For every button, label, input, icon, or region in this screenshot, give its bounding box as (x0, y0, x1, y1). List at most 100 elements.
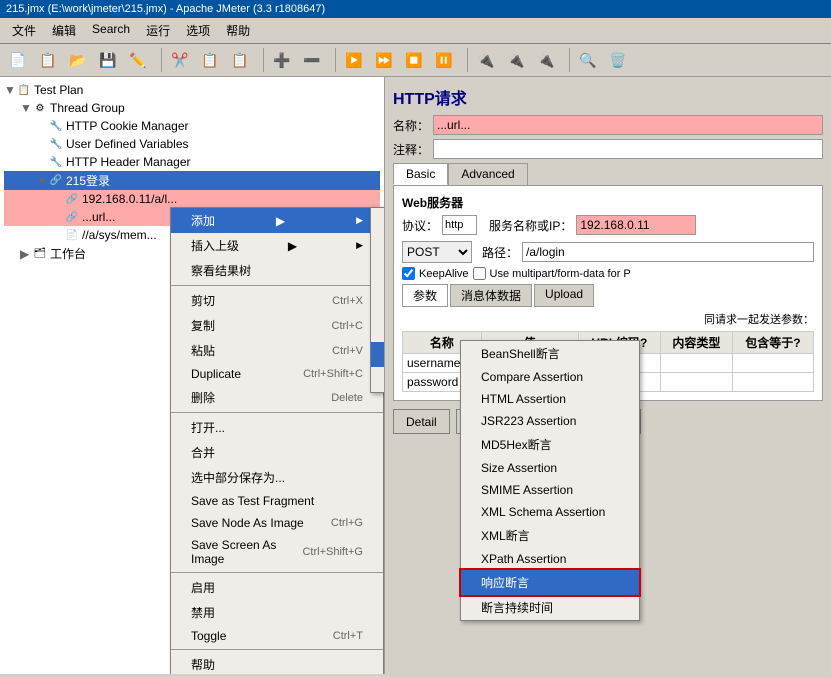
assert-smime[interactable]: SMIME Assertion (461, 479, 639, 501)
toolbar-remote-start[interactable]: 🔌 (472, 47, 500, 73)
protocol-label: 协议： (402, 217, 438, 234)
params-tab-upload[interactable]: Upload (534, 284, 594, 307)
tree-item-testplan[interactable]: ▼ 📋 Test Plan (4, 81, 380, 99)
assert-smime-label: SMIME Assertion (481, 483, 573, 497)
toolbar-start-no-pause[interactable]: ⏩ (370, 47, 398, 73)
menu-search[interactable]: Search (84, 20, 138, 41)
method-select[interactable]: POST GET PUT DELETE (402, 241, 472, 263)
menu-file[interactable]: 文件 (4, 20, 44, 41)
assert-xmlschema[interactable]: XML Schema Assertion (461, 501, 639, 523)
assert-html[interactable]: HTML Assertion (461, 388, 639, 410)
toolbar-sep2 (258, 48, 264, 72)
keepalive-checkbox[interactable] (402, 267, 415, 280)
assert-xpath[interactable]: XPath Assertion (461, 548, 639, 570)
ctx-merge[interactable]: 合并 (171, 440, 383, 465)
215-icon: 🔗 (48, 173, 64, 189)
ctx-save-screen-image[interactable]: Save Screen As Image Ctrl+Shift+G (171, 534, 383, 570)
toolbar-stop[interactable]: ⏹️ (400, 47, 428, 73)
submenu-add-config[interactable]: 配置元件 ▶ (371, 208, 385, 233)
detail-button[interactable]: Detail (393, 409, 450, 434)
submenu-add-postprocess[interactable]: 后置处理器 ▶ (371, 300, 385, 342)
menu-options[interactable]: 选项 (178, 20, 218, 41)
ctx-help[interactable]: 帮助 (171, 652, 383, 674)
tree-item-header[interactable]: ▶ 🔧 HTTP Header Manager (4, 153, 380, 171)
toolbar-save[interactable]: 💾 (94, 47, 122, 73)
ctx-open[interactable]: 打开... (171, 415, 383, 440)
assert-jsr223[interactable]: JSR223 Assertion (461, 410, 639, 432)
tree-item-215[interactable]: ▼ 🔗 215登录 (4, 171, 380, 190)
toolbar-new[interactable]: 📄 (4, 47, 32, 73)
toolbar-revert[interactable]: ✏️ (124, 47, 152, 73)
params-tab-params[interactable]: 参数 (402, 284, 448, 307)
ctx-duplicate[interactable]: Duplicate Ctrl+Shift+C (171, 363, 383, 385)
ctx-insert-arrow: ▶ (288, 239, 297, 253)
submenu-add-timer[interactable]: 定时器 ▶ (371, 233, 385, 258)
tab-basic[interactable]: Basic (393, 163, 448, 185)
toolbar-templates[interactable]: 📋 (34, 47, 62, 73)
assert-xml[interactable]: XML断言 (461, 523, 639, 548)
assert-md5hex-label: MD5Hex断言 (481, 436, 552, 453)
toolbar-open[interactable]: 📂 (64, 47, 92, 73)
ctx-sep2 (171, 412, 383, 413)
submenu-add-listener[interactable]: 监听器 ▶ (371, 367, 385, 392)
ctx-save-partial[interactable]: 选中部分保存为... (171, 465, 383, 490)
ctx-add[interactable]: 添加 ▶ (171, 208, 383, 233)
ctx-cut[interactable]: 剪切 Ctrl+X (171, 288, 383, 313)
ctx-insert-parent[interactable]: 插入上级 ▶ (171, 233, 383, 258)
ctx-copy[interactable]: 复制 Ctrl+C (171, 313, 383, 338)
assert-size[interactable]: Size Assertion (461, 457, 639, 479)
comment-input[interactable] (433, 139, 823, 159)
toolbar-copy[interactable]: 📋 (196, 47, 224, 73)
toolbar-add[interactable]: ➕ (268, 47, 296, 73)
name-input[interactable] (433, 115, 823, 135)
ctx-toggle[interactable]: Toggle Ctrl+T (171, 625, 383, 647)
toolbar-remote-all[interactable]: 🔌 (532, 47, 560, 73)
toolbar-shutdown[interactable]: ⏸️ (430, 47, 458, 73)
toolbar-clear-all[interactable]: 🗑️ (604, 47, 632, 73)
path-input[interactable] (522, 242, 814, 262)
toolbar-remote-stop[interactable]: 🔌 (502, 47, 530, 73)
params-tab-body[interactable]: 消息体数据 (450, 284, 532, 307)
tree-item-cookie[interactable]: ▶ 🔧 HTTP Cookie Manager (4, 117, 380, 135)
multipart-checkbox[interactable] (473, 267, 486, 280)
ctx-insert-label: 插入上级 (191, 237, 239, 254)
toolbar-paste[interactable]: 📋 (226, 47, 254, 73)
protocol-input[interactable] (442, 215, 477, 235)
assert-duration[interactable]: 断言持续时间 (461, 595, 639, 620)
web-server-title: Web服务器 (402, 194, 814, 211)
ctx-delete[interactable]: 删除 Delete (171, 385, 383, 410)
menu-run[interactable]: 运行 (138, 20, 178, 41)
ctx-cut-shortcut: Ctrl+X (332, 295, 363, 307)
toolbar-search2[interactable]: 🔍 (574, 47, 602, 73)
server-input[interactable] (576, 215, 696, 235)
ctx-save-fragment[interactable]: Save as Test Fragment (171, 490, 383, 512)
server-row: 协议： 服务名称或IP： (402, 215, 814, 235)
tree-expand-testplan: ▼ (4, 83, 16, 97)
toolbar-cut[interactable]: ✂️ (166, 47, 194, 73)
assert-md5hex[interactable]: MD5Hex断言 (461, 432, 639, 457)
ctx-enable[interactable]: 启用 (171, 575, 383, 600)
assert-beanshell[interactable]: BeanShell断言 (461, 341, 639, 366)
url2-icon: 🔗 (64, 209, 80, 225)
tab-advanced[interactable]: Advanced (448, 163, 527, 185)
menu-help[interactable]: 帮助 (218, 20, 258, 41)
tree-item-threadgroup[interactable]: ▼ ⚙ Thread Group (4, 99, 380, 117)
ctx-view-label: 察看结果树 (191, 262, 251, 279)
toolbar-remove[interactable]: ➖ (298, 47, 326, 73)
assert-response[interactable]: 响应断言 (461, 570, 639, 595)
name-row: 名称： (393, 115, 823, 135)
submenu-add-assertion[interactable]: 断言 ▶ (371, 342, 385, 367)
assert-xml-label: XML断言 (481, 527, 530, 544)
toolbar-start[interactable]: ▶️ (340, 47, 368, 73)
submenu-add-preprocess[interactable]: 前置处理器 ▶ (371, 258, 385, 300)
ctx-save-node-image[interactable]: Save Node As Image Ctrl+G (171, 512, 383, 534)
menu-edit[interactable]: 编辑 (44, 20, 84, 41)
url1-icon: 🔗 (64, 191, 80, 207)
ctx-disable[interactable]: 禁用 (171, 600, 383, 625)
ctx-view-results[interactable]: 察看结果树 (171, 258, 383, 283)
tree-item-uservars[interactable]: ▶ 🔧 User Defined Variables (4, 135, 380, 153)
ctx-paste[interactable]: 粘贴 Ctrl+V (171, 338, 383, 363)
assert-compare[interactable]: Compare Assertion (461, 366, 639, 388)
tree-item-url1[interactable]: ▶ 🔗 192.168.0.11/a/l... (4, 190, 380, 208)
assert-html-label: HTML Assertion (481, 392, 566, 406)
